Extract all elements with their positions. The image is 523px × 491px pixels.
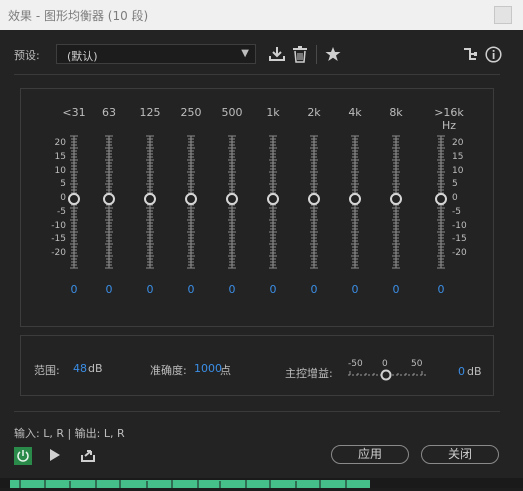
- band-gain-value[interactable]: 0: [340, 283, 370, 296]
- band-slider-knob[interactable]: [390, 193, 402, 205]
- band-slider-knob[interactable]: [226, 193, 238, 205]
- accuracy-value[interactable]: 1000: [194, 362, 222, 375]
- accuracy-label: 准确度:: [150, 364, 187, 377]
- io-routing-text: 输入: L, R | 输出: L, R: [14, 427, 125, 440]
- band-slider[interactable]: [267, 135, 279, 269]
- band-slider-knob[interactable]: [435, 193, 447, 205]
- band-gain-value[interactable]: 0: [299, 283, 329, 296]
- range-value[interactable]: 48: [73, 362, 87, 375]
- band-slider[interactable]: [390, 135, 402, 269]
- band-gain-value[interactable]: 0: [258, 283, 288, 296]
- band-slider-knob[interactable]: [267, 193, 279, 205]
- master-gain-slider[interactable]: [346, 368, 428, 382]
- band-sliders: [68, 135, 447, 269]
- master-gain-label: 主控增益:: [285, 367, 333, 380]
- band-slider-knob[interactable]: [144, 193, 156, 205]
- band-gain-value[interactable]: 0: [426, 283, 456, 296]
- band-slider-knob[interactable]: [349, 193, 361, 205]
- band-slider[interactable]: [68, 135, 80, 269]
- waveform-strip: [0, 478, 523, 488]
- power-icon[interactable]: [14, 447, 32, 465]
- band-slider[interactable]: [308, 135, 320, 269]
- band-gain-value[interactable]: 0: [94, 283, 124, 296]
- play-icon[interactable]: [48, 448, 62, 462]
- export-icon[interactable]: [80, 447, 96, 463]
- range-label: 范围:: [34, 364, 60, 377]
- band-slider[interactable]: [185, 135, 197, 269]
- band-slider-knob[interactable]: [308, 193, 320, 205]
- apply-button[interactable]: 应用: [331, 445, 409, 464]
- close-button[interactable]: 关闭: [421, 445, 499, 464]
- band-slider[interactable]: [103, 135, 115, 269]
- band-slider[interactable]: [226, 135, 238, 269]
- accuracy-unit: 点: [220, 364, 231, 377]
- band-slider[interactable]: [435, 135, 447, 269]
- band-slider[interactable]: [349, 135, 361, 269]
- band-slider-knob[interactable]: [185, 193, 197, 205]
- band-slider[interactable]: [144, 135, 156, 269]
- range-unit: dB: [88, 362, 103, 375]
- band-gain-value[interactable]: 0: [135, 283, 165, 296]
- io-separator: [14, 411, 500, 412]
- master-gain-unit: dB: [467, 365, 482, 378]
- band-gain-value[interactable]: 0: [176, 283, 206, 296]
- band-gain-value[interactable]: 0: [381, 283, 411, 296]
- band-gain-value[interactable]: 0: [59, 283, 89, 296]
- band-slider-knob[interactable]: [68, 193, 80, 205]
- band-slider-knob[interactable]: [103, 193, 115, 205]
- master-gain-value[interactable]: 0: [458, 365, 465, 378]
- band-gain-value[interactable]: 0: [217, 283, 247, 296]
